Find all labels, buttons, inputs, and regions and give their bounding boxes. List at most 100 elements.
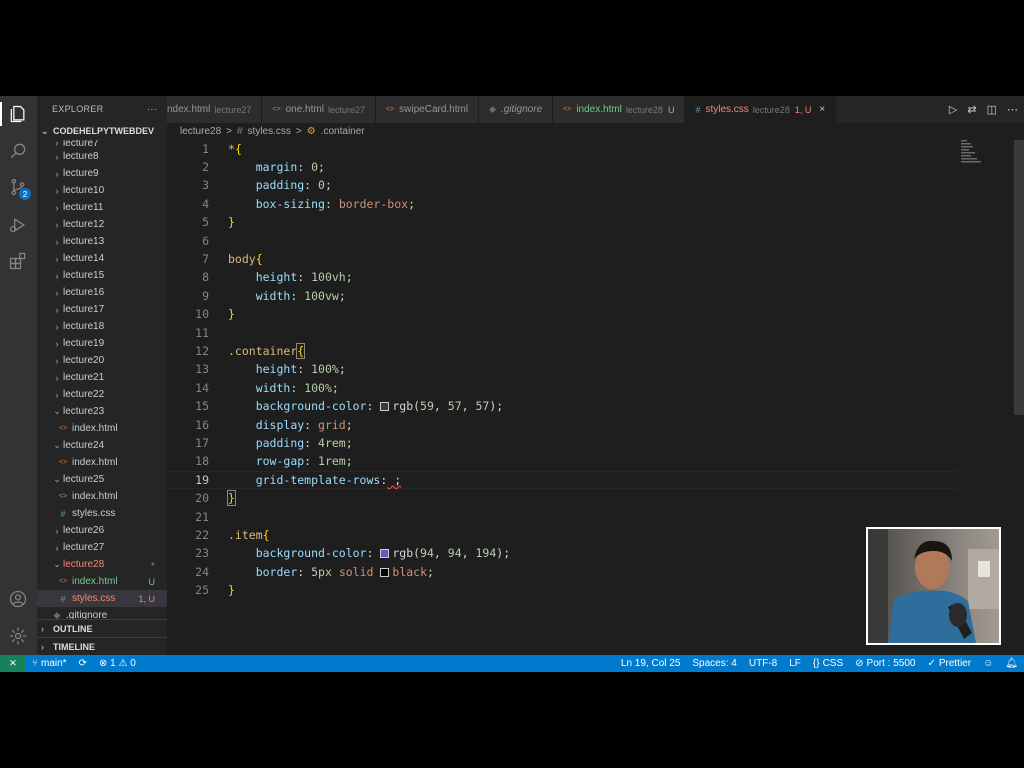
- tree-item-label: lecture8: [63, 151, 99, 162]
- explorer-icon[interactable]: [7, 103, 29, 125]
- html-file-icon: <>: [563, 106, 572, 113]
- tree-item-label: lecture13: [63, 236, 105, 247]
- minimap[interactable]: [957, 140, 1012, 170]
- tree-item-label: lecture7: [63, 140, 99, 148]
- tree-folder[interactable]: › lecture19: [37, 335, 167, 352]
- tree-item-label: lecture26: [63, 525, 105, 536]
- settings-gear-icon[interactable]: [7, 625, 29, 647]
- tree-item-partial[interactable]: › lecture7: [37, 140, 167, 148]
- sync-icon[interactable]: ⟳: [73, 658, 93, 669]
- tree-folder[interactable]: › lecture18: [37, 318, 167, 335]
- language-mode[interactable]: {} CSS: [807, 658, 849, 669]
- breadcrumb-file[interactable]: styles.css: [248, 126, 291, 137]
- color-swatch[interactable]: [380, 549, 390, 558]
- tree-folder[interactable]: › lecture21: [37, 369, 167, 386]
- eol[interactable]: LF: [783, 658, 807, 669]
- live-server-port[interactable]: ⊘ Port : 5500: [849, 658, 921, 669]
- line-number: 11: [195, 326, 209, 340]
- close-icon[interactable]: ×: [819, 104, 825, 115]
- compare-icon[interactable]: ⇄: [967, 103, 976, 116]
- presenter-image: [868, 529, 999, 643]
- color-swatch[interactable]: [380, 402, 390, 411]
- editor-scrollbar[interactable]: [1014, 140, 1024, 415]
- tree-folder[interactable]: › lecture11: [37, 199, 167, 216]
- prettier-label: Prettier: [938, 658, 972, 669]
- encoding[interactable]: UTF-8: [743, 658, 783, 669]
- cursor-position[interactable]: Ln 19, Col 25: [615, 658, 687, 669]
- tree-folder[interactable]: › lecture10: [37, 182, 167, 199]
- tree-file[interactable]: <> index.html U: [37, 573, 167, 590]
- tree-folder[interactable]: ⌄ lecture23: [37, 403, 167, 420]
- line-number: 7: [202, 252, 209, 266]
- brace: {: [255, 252, 263, 266]
- scm-badge: 2: [19, 188, 31, 200]
- code-line: 4 box-sizing: border-box;: [167, 195, 957, 213]
- tree-folder[interactable]: › lecture27: [37, 539, 167, 556]
- tree-folder[interactable]: ⌄ lecture28 ●: [37, 556, 167, 573]
- workspace-root[interactable]: ⌄ CODEHELPYTWEBDEV: [37, 122, 167, 140]
- tree-folder[interactable]: › lecture13: [37, 233, 167, 250]
- tree-folder[interactable]: › lecture15: [37, 267, 167, 284]
- account-icon[interactable]: [7, 588, 29, 610]
- tree-folder[interactable]: ⌄ lecture25: [37, 471, 167, 488]
- chevron-right-icon: ›: [41, 623, 44, 634]
- editor-tab[interactable]: <> swipeCard.html: [375, 96, 480, 123]
- editor-tab[interactable]: <> one.html lecture27: [262, 96, 376, 123]
- remote-icon[interactable]: ⨯: [0, 655, 26, 672]
- tree-item-label: lecture9: [63, 168, 99, 179]
- code-line: 7 body{: [167, 250, 957, 268]
- tree-file[interactable]: <> index.html: [37, 488, 167, 505]
- tree-folder[interactable]: › lecture16: [37, 284, 167, 301]
- tree-folder[interactable]: › lecture22: [37, 386, 167, 403]
- tree-folder[interactable]: › lecture17: [37, 301, 167, 318]
- tree-folder[interactable]: › lecture12: [37, 216, 167, 233]
- breadcrumb-folder[interactable]: lecture28: [180, 126, 221, 137]
- outline-section[interactable]: › OUTLINE: [37, 619, 167, 637]
- notifications-bell-icon[interactable]: 🔔︎: [999, 658, 1024, 669]
- branch-status[interactable]: ⑂ main*: [26, 658, 73, 669]
- line-number: 25: [195, 583, 209, 597]
- run-debug-icon[interactable]: [7, 214, 29, 236]
- source-control-icon[interactable]: 2: [7, 176, 31, 200]
- tree-file[interactable]: <> index.html: [37, 420, 167, 437]
- more-actions-icon[interactable]: ⋯: [1007, 103, 1018, 116]
- property: background-color: [255, 399, 367, 413]
- feedback-icon[interactable]: ☺: [977, 658, 999, 669]
- editor-tab[interactable]: # styles.css lecture28 1, U ×: [685, 96, 837, 123]
- code-line: 14 width: 100%;: [167, 379, 957, 397]
- chevron-down-icon: ⌄: [53, 440, 61, 450]
- breadcrumb-symbol[interactable]: .container: [321, 126, 365, 137]
- selector: *: [228, 142, 235, 156]
- tree-file[interactable]: <> index.html: [37, 454, 167, 471]
- line-number: 12: [195, 344, 209, 358]
- extensions-icon[interactable]: [7, 250, 29, 272]
- value: 4rem: [318, 436, 346, 450]
- line-number: 19: [195, 473, 209, 487]
- search-icon[interactable]: [7, 140, 29, 162]
- problems-status[interactable]: ⊗ 1 ⚠ 0: [93, 658, 142, 669]
- activity-active-indicator: [0, 102, 2, 126]
- chevron-down-icon: ⌄: [53, 474, 61, 484]
- editor-tab[interactable]: ndex.html lecture27: [167, 96, 263, 123]
- tree-file[interactable]: # styles.css: [37, 505, 167, 522]
- tab-label: one.html: [285, 104, 324, 115]
- value: 57: [475, 399, 490, 413]
- tree-file[interactable]: # styles.css 1, U: [37, 590, 167, 607]
- indentation[interactable]: Spaces: 4: [686, 658, 742, 669]
- tree-folder[interactable]: › lecture20: [37, 352, 167, 369]
- editor-tab[interactable]: ◆ .gitignore: [479, 96, 554, 123]
- tree-folder[interactable]: › lecture8: [37, 148, 167, 165]
- tree-folder[interactable]: › lecture14: [37, 250, 167, 267]
- prettier-status[interactable]: ✓ Prettier: [921, 658, 977, 669]
- color-swatch[interactable]: [380, 568, 390, 577]
- editor-tab[interactable]: <> index.html lecture28 U: [553, 96, 686, 123]
- value: 194: [475, 546, 497, 560]
- timeline-section[interactable]: › TIMELINE: [37, 637, 167, 655]
- tree-folder[interactable]: ⌄ lecture24: [37, 437, 167, 454]
- split-editor-icon[interactable]: ◫: [987, 103, 997, 116]
- run-icon[interactable]: ▷: [949, 103, 957, 116]
- function: rgb(: [392, 546, 421, 560]
- explorer-more-icon[interactable]: ···: [147, 104, 157, 114]
- tree-folder[interactable]: › lecture26: [37, 522, 167, 539]
- tree-folder[interactable]: › lecture9: [37, 165, 167, 182]
